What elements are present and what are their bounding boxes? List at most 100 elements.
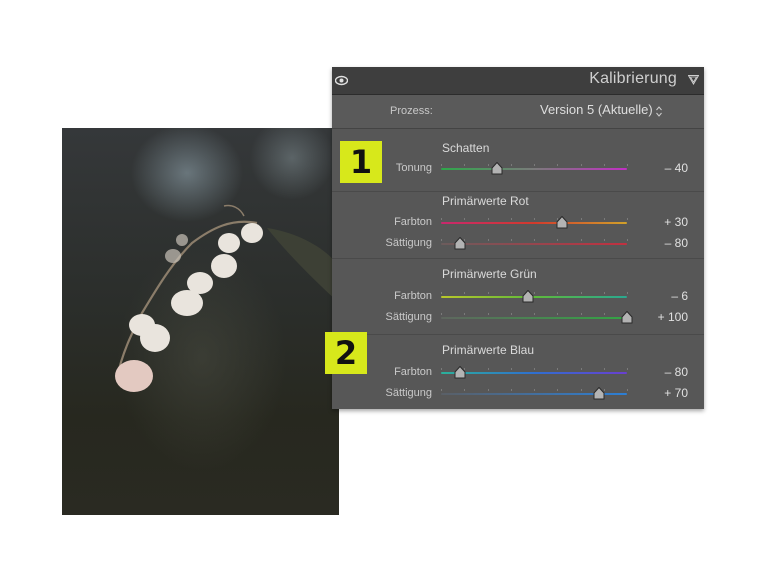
step-badge-2: 2 bbox=[325, 332, 367, 374]
slider-tick bbox=[581, 368, 582, 370]
slider-tick bbox=[604, 313, 605, 315]
slider-tick bbox=[581, 389, 582, 391]
slider-thumb[interactable] bbox=[556, 216, 568, 229]
section-shadows: Schatten Tonung – 40 bbox=[332, 129, 704, 192]
slider-red-hue: Farbton + 30 bbox=[332, 214, 704, 232]
slider-tick bbox=[581, 239, 582, 241]
slider-tick bbox=[488, 239, 489, 241]
section-title: Primärwerte Grün bbox=[442, 267, 537, 281]
slider-tick bbox=[604, 218, 605, 220]
slider-track[interactable] bbox=[441, 387, 628, 400]
slider-tick bbox=[581, 218, 582, 220]
slider-label: Farbton bbox=[394, 290, 432, 302]
section-green-primary: Primärwerte Grün Farbton – 6 Sättigung +… bbox=[332, 259, 704, 335]
slider-thumb[interactable] bbox=[621, 311, 633, 324]
slider-value[interactable]: + 30 bbox=[664, 215, 688, 229]
slider-tick bbox=[557, 313, 558, 315]
slider-label: Tonung bbox=[395, 162, 432, 174]
slider-track[interactable] bbox=[441, 311, 633, 324]
slider-thumb[interactable] bbox=[491, 162, 503, 175]
slider-tick bbox=[464, 389, 465, 391]
slider-tick bbox=[488, 368, 489, 370]
slider-track[interactable] bbox=[441, 290, 628, 303]
section-title: Primärwerte Rot bbox=[442, 194, 529, 208]
slider-tick bbox=[557, 164, 558, 166]
updown-arrows-icon bbox=[656, 106, 662, 117]
slider-tick bbox=[464, 292, 465, 294]
slider-tick bbox=[511, 368, 512, 370]
slider-tick bbox=[511, 292, 512, 294]
slider-tick bbox=[464, 313, 465, 315]
slider-green-hue: Farbton – 6 bbox=[332, 288, 704, 306]
slider-tick bbox=[627, 164, 628, 166]
slider-value[interactable]: – 80 bbox=[665, 236, 688, 250]
slider-tick bbox=[488, 218, 489, 220]
panel-title: Kalibrierung bbox=[589, 70, 677, 87]
slider-thumb[interactable] bbox=[454, 237, 466, 250]
slider-tick bbox=[557, 239, 558, 241]
slider-label: Farbton bbox=[394, 366, 432, 378]
slider-tick bbox=[557, 368, 558, 370]
slider-tick bbox=[581, 164, 582, 166]
eye-icon[interactable] bbox=[335, 74, 348, 87]
slider-label: Farbton bbox=[394, 216, 432, 228]
slider-red-saturation: Sättigung – 80 bbox=[332, 235, 704, 253]
slider-tick bbox=[627, 239, 628, 241]
slider-tick bbox=[604, 368, 605, 370]
slider-tick bbox=[627, 218, 628, 220]
slider-tick bbox=[488, 313, 489, 315]
calibration-panel: Kalibrierung Prozess: Version 5 (Aktuell… bbox=[332, 67, 704, 409]
slider-tick bbox=[511, 389, 512, 391]
slider-tick bbox=[604, 292, 605, 294]
slider-blue-saturation: Sättigung + 70 bbox=[332, 385, 704, 403]
slider-tick bbox=[534, 164, 535, 166]
slider-tick bbox=[581, 313, 582, 315]
slider-tick bbox=[557, 292, 558, 294]
collapse-triangle-icon[interactable] bbox=[688, 75, 699, 85]
slider-value[interactable]: – 40 bbox=[665, 161, 688, 175]
process-label: Prozess: bbox=[390, 105, 433, 117]
process-row: Prozess: Version 5 (Aktuelle) bbox=[332, 95, 704, 129]
panel-header: Kalibrierung bbox=[332, 67, 704, 95]
slider-shadows-tint: Tonung – 40 bbox=[332, 160, 704, 178]
slider-blue-hue: Farbton – 80 bbox=[332, 364, 704, 382]
step-badge-1: 1 bbox=[340, 141, 382, 183]
slider-tick bbox=[627, 292, 628, 294]
slider-thumb[interactable] bbox=[593, 387, 605, 400]
slider-thumb[interactable] bbox=[454, 366, 466, 379]
slider-tick bbox=[488, 164, 489, 166]
process-version-select[interactable]: Version 5 (Aktuelle) bbox=[540, 102, 653, 120]
slider-track[interactable] bbox=[441, 366, 628, 379]
slider-tick bbox=[441, 313, 442, 315]
slider-tick bbox=[557, 389, 558, 391]
photo-lily-of-the-valley bbox=[62, 128, 339, 515]
slider-value[interactable]: + 70 bbox=[664, 386, 688, 400]
slider-tick bbox=[511, 313, 512, 315]
photo-artwork bbox=[115, 204, 339, 392]
slider-label: Sättigung bbox=[385, 311, 432, 323]
slider-tick bbox=[511, 239, 512, 241]
slider-track[interactable] bbox=[441, 162, 628, 175]
slider-tick bbox=[604, 239, 605, 241]
slider-tick bbox=[464, 218, 465, 220]
slider-tick bbox=[488, 389, 489, 391]
slider-tick bbox=[534, 313, 535, 315]
section-blue-primary: Primärwerte Blau Farbton – 80 Sättigung … bbox=[332, 335, 704, 409]
slider-value[interactable]: – 80 bbox=[665, 365, 688, 379]
slider-thumb[interactable] bbox=[522, 290, 534, 303]
slider-value[interactable]: + 100 bbox=[658, 310, 688, 324]
slider-tick bbox=[581, 292, 582, 294]
slider-tick bbox=[534, 218, 535, 220]
slider-tick bbox=[441, 218, 442, 220]
section-title: Primärwerte Blau bbox=[442, 343, 535, 357]
slider-tick bbox=[441, 164, 442, 166]
slider-tick bbox=[441, 368, 442, 370]
slider-track[interactable] bbox=[441, 237, 628, 250]
slider-tick bbox=[604, 164, 605, 166]
slider-tick bbox=[534, 368, 535, 370]
slider-tick bbox=[534, 239, 535, 241]
slider-tick bbox=[511, 164, 512, 166]
slider-value[interactable]: – 6 bbox=[671, 289, 688, 303]
slider-track[interactable] bbox=[441, 216, 628, 229]
section-title: Schatten bbox=[442, 141, 490, 155]
